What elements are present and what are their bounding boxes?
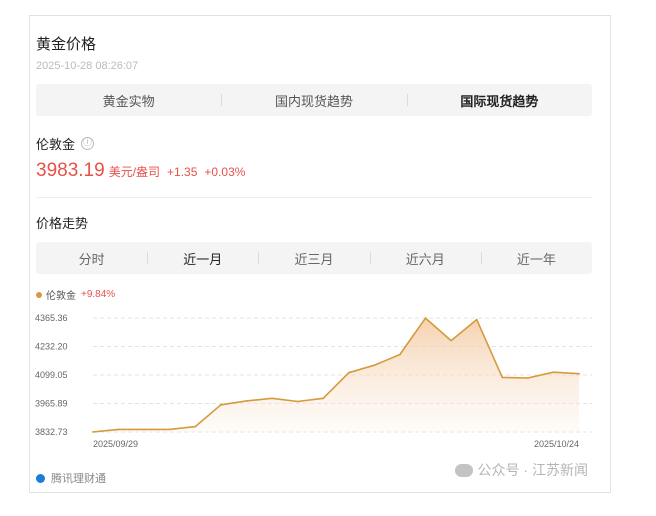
price-chart: 4365.36 4232.20 4099.05 3965.89 3832.73 2025/… [35, 313, 592, 449]
y-tick-label: 4365.36 [35, 313, 68, 323]
tab-domestic-trend[interactable]: 国内现货趋势 [221, 91, 406, 110]
gold-price-card: 黄金价格 2025-10-28 08:26:07 黄金实物 国内现货趋势 国际现… [29, 15, 611, 493]
y-tick-label: 4232.20 [35, 342, 68, 352]
x-tick-label-start: 2025/09/29 [93, 439, 138, 449]
data-point [296, 400, 299, 403]
watermark-text: 公众号 · 江苏新闻 [477, 462, 588, 478]
data-point [373, 364, 376, 367]
watermark: 公众号 · 江苏新闻 [454, 460, 588, 480]
quote-label: 伦敦金 ⓘ [36, 134, 95, 153]
tencent-wealth-logo-icon [36, 473, 45, 483]
quote-name: 伦敦金 [36, 137, 76, 152]
period-tabs: 分时 近一月 近三月 近六月 近一年 [36, 242, 592, 274]
category-tabs: 黄金实物 国内现货趋势 国际现货趋势 [36, 84, 592, 116]
data-point [271, 397, 273, 400]
y-tick-label: 4099.05 [35, 370, 68, 380]
page-title: 黄金价格 [36, 36, 97, 53]
price-unit: 美元/盎司 [108, 165, 161, 179]
chart-legend: 伦敦金 +9.84% [36, 287, 115, 302]
price-value: 3983.19 [36, 160, 105, 181]
data-point [399, 353, 401, 356]
timestamp: 2025-10-28 08:26:07 [36, 60, 139, 72]
source-label[interactable]: 腾讯理财通 [51, 470, 106, 486]
info-icon[interactable]: ⓘ [81, 137, 95, 150]
source-footer: 腾讯理财通 [36, 470, 106, 486]
price-row: 3983.19 美元/盎司 +1.35 +0.03% [36, 160, 245, 182]
wechat-icon [454, 463, 473, 477]
data-point [578, 372, 580, 375]
data-point [347, 371, 350, 374]
y-tick-label: 3965.89 [35, 399, 68, 409]
price-change: +1.35 [167, 165, 198, 179]
period-1-year[interactable]: 近一年 [480, 249, 592, 268]
data-point [92, 431, 94, 433]
price-change-pct: +0.03% [204, 165, 246, 179]
tab-physical-gold[interactable]: 黄金实物 [36, 91, 221, 110]
data-point [450, 339, 453, 342]
data-point [143, 428, 146, 431]
y-tick-label: 3832.73 [35, 427, 68, 437]
data-point [526, 377, 529, 379]
data-point [322, 397, 325, 400]
legend-change-pct: +9.84% [81, 289, 116, 300]
data-point [501, 376, 504, 379]
data-point [168, 428, 171, 431]
legend-series-name: 伦敦金 [46, 291, 76, 302]
legend-dot-icon [36, 291, 42, 298]
period-3-months[interactable]: 近三月 [258, 249, 369, 268]
period-1-month[interactable]: 近一月 [147, 249, 258, 268]
tab-international-trend[interactable]: 国际现货趋势 [406, 91, 592, 110]
data-point [219, 403, 222, 406]
x-tick-label-end: 2025/10/24 [534, 439, 579, 449]
data-point [424, 317, 427, 319]
data-point [475, 318, 478, 321]
data-point [194, 425, 197, 428]
data-point [245, 400, 248, 402]
data-point [552, 371, 555, 374]
divider [36, 197, 592, 198]
period-6-months[interactable]: 近六月 [369, 249, 481, 268]
period-intraday[interactable]: 分时 [36, 249, 147, 268]
data-point [117, 428, 120, 431]
trend-title: 价格走势 [36, 216, 89, 231]
